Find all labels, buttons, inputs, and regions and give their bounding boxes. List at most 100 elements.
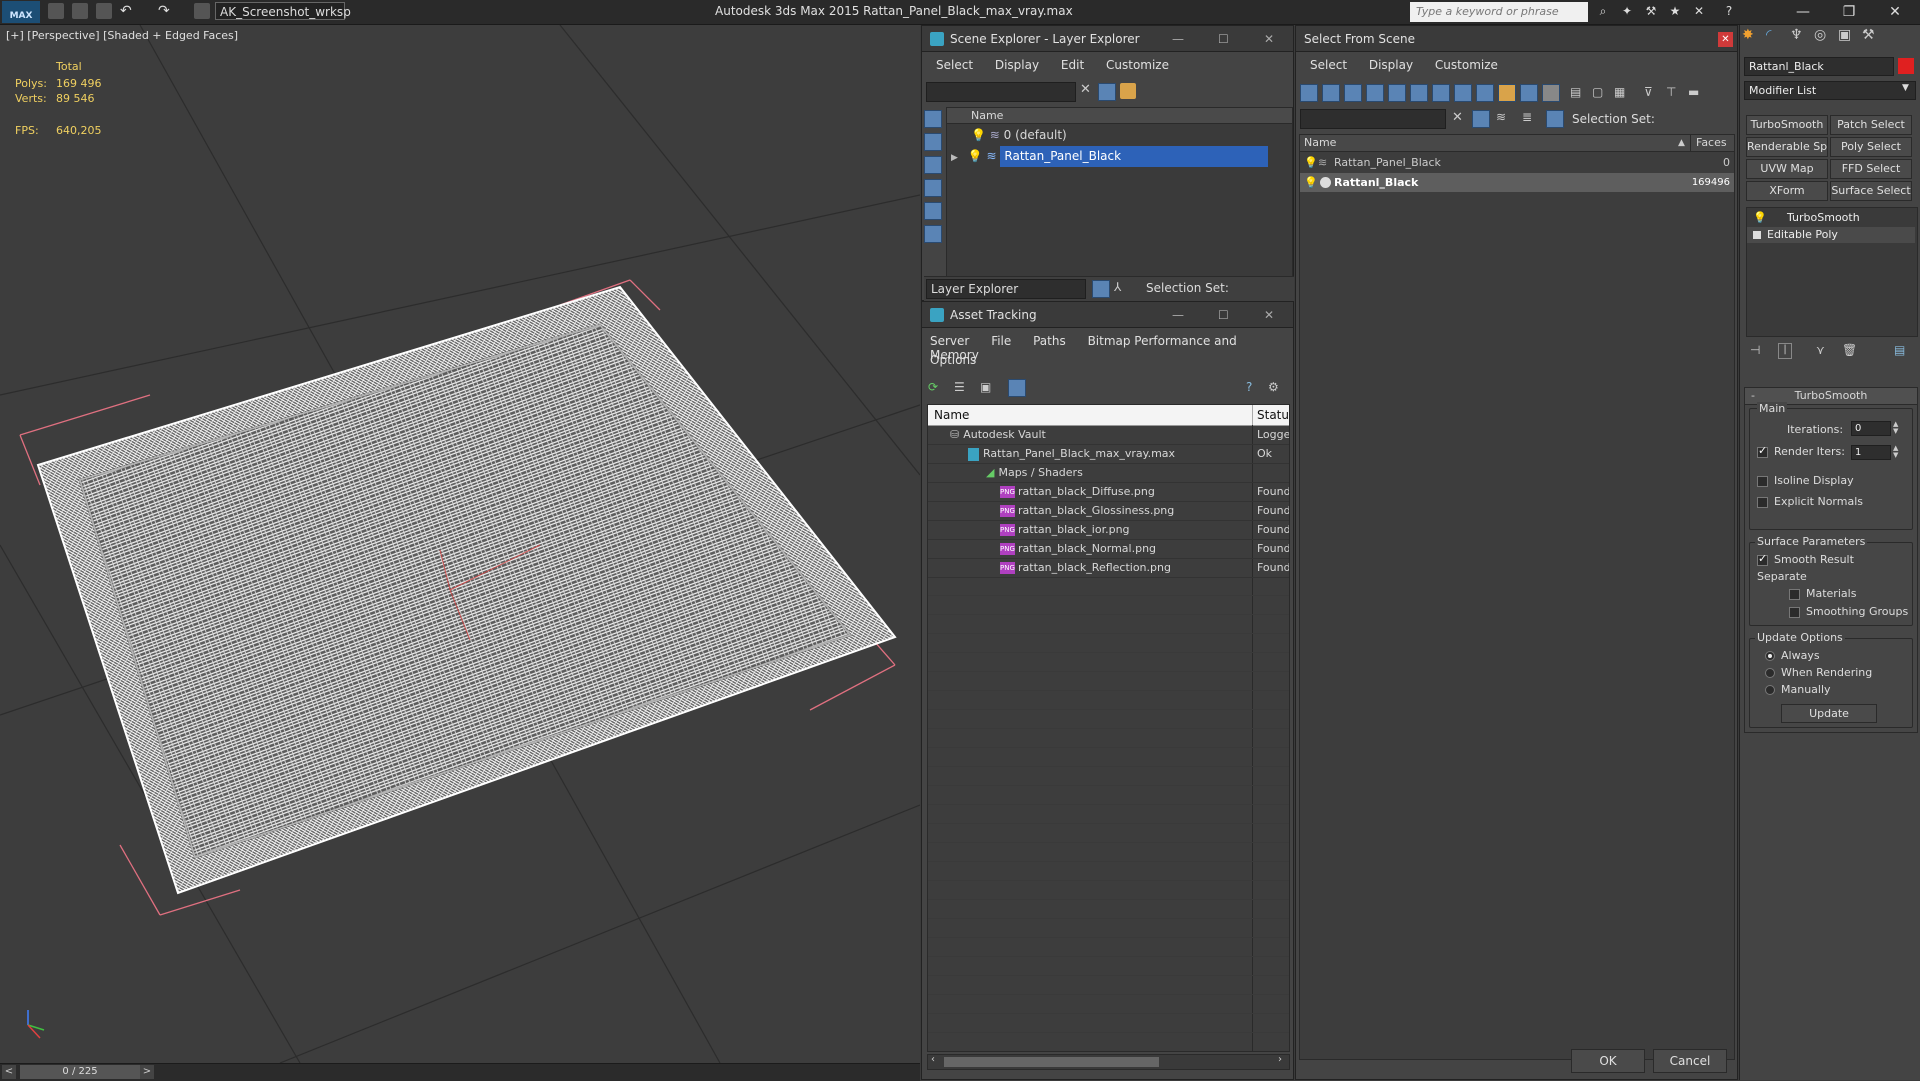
clear-search-icon[interactable]: ✕ (1452, 110, 1463, 125)
viewport-label[interactable]: [+] [Perspective] [Shaded + Edged Faces] (6, 29, 238, 42)
column-status[interactable]: Status (1257, 408, 1289, 422)
object-color-swatch[interactable] (1898, 58, 1914, 74)
select-invert-icon[interactable]: ▦ (1614, 85, 1625, 99)
explicit-normals-row[interactable]: Explicit Normals (1757, 495, 1863, 508)
isoline-row[interactable]: Isoline Display (1757, 474, 1854, 487)
filter-lights-icon[interactable] (1344, 84, 1362, 102)
find-case-icon[interactable] (1472, 110, 1490, 128)
redo-icon[interactable]: ↷ (158, 3, 174, 19)
clear-search-icon[interactable]: ✕ (1080, 82, 1091, 97)
asset-tracking-titlebar[interactable]: Asset Tracking — ☐ ✕ (922, 302, 1293, 328)
configure-sets-icon[interactable]: ▤ (1894, 343, 1905, 357)
create-tab-icon[interactable]: ✸ (1742, 27, 1754, 43)
tools-icon[interactable]: ✦ (1620, 4, 1634, 18)
close-icon[interactable]: ✕ (1264, 302, 1274, 328)
expand-arrow-icon[interactable]: ▶ (951, 153, 958, 163)
table-view-icon[interactable] (1008, 379, 1026, 397)
menu-select[interactable]: Select (936, 58, 973, 72)
display-cameras-icon[interactable] (924, 179, 942, 197)
menu-server[interactable]: Server (930, 334, 969, 348)
asset-row[interactable]: PNG rattan_black_ior.png Found (928, 520, 1289, 540)
layer-explorer-icon[interactable] (1092, 280, 1110, 298)
modifier-list-dropdown[interactable]: Modifier List (1744, 81, 1916, 100)
hierarchy-select-icon[interactable] (1546, 110, 1564, 128)
scroll-left-icon[interactable]: ‹ (931, 1054, 935, 1065)
show-end-result-icon[interactable]: | (1778, 343, 1792, 359)
save-file-icon[interactable] (96, 3, 112, 19)
manually-radio[interactable] (1765, 685, 1775, 695)
ffd-select-button[interactable]: FFD Select (1830, 159, 1912, 179)
new-file-icon[interactable] (48, 3, 64, 19)
minimize-icon[interactable]: — (1172, 26, 1184, 52)
filter-spacewarps-icon[interactable] (1410, 84, 1428, 102)
asset-row[interactable]: PNG rattan_black_Glossiness.png Found (928, 501, 1289, 521)
update-button[interactable]: Update (1781, 704, 1877, 723)
select-search-input[interactable] (1300, 109, 1446, 129)
filter-xrefs-icon[interactable] (1454, 84, 1472, 102)
layers-toggle-icon[interactable] (1120, 83, 1136, 99)
turbosmooth-button[interactable]: TurboSmooth (1746, 115, 1828, 135)
ok-button[interactable]: OK (1571, 1049, 1645, 1073)
search-input[interactable]: Type a keyword or phrase (1410, 2, 1588, 22)
surface-select-button[interactable]: Surface Select (1830, 181, 1912, 201)
thumbnail-view-icon[interactable]: ▣ (980, 380, 991, 394)
uvw-map-button[interactable]: UVW Map (1746, 159, 1828, 179)
filter-cameras-icon[interactable] (1366, 84, 1384, 102)
refresh-icon[interactable]: ⟳ (928, 380, 938, 394)
scroll-right-icon[interactable]: › (1278, 1054, 1282, 1065)
always-radio[interactable] (1765, 651, 1775, 661)
display-helpers-icon[interactable] (924, 202, 942, 220)
column-header-name[interactable]: Name (947, 108, 1292, 124)
stack-item-editable-poly[interactable]: Editable Poly (1747, 227, 1915, 243)
remove-modifier-icon[interactable]: 🗑 (1842, 343, 1857, 357)
undo-icon[interactable]: ↶ (120, 3, 136, 19)
minimize-icon[interactable]: — (1780, 0, 1826, 24)
asset-row[interactable]: ⛁Autodesk Vault Logged (928, 425, 1289, 445)
menu-customize[interactable]: Customize (1106, 58, 1169, 72)
filter-hidden-icon[interactable] (1542, 84, 1560, 102)
layers-icon[interactable]: ≋ (1496, 110, 1506, 124)
lightbulb-icon[interactable]: 💡 (1304, 173, 1318, 192)
display-lights-icon[interactable] (924, 156, 942, 174)
menu-customize[interactable]: Customize (1435, 58, 1498, 72)
display-shapes-icon[interactable] (924, 133, 942, 151)
close-icon[interactable]: ✕ (1718, 32, 1733, 47)
menu-paths[interactable]: Paths (1033, 334, 1066, 348)
filter-bones-icon[interactable] (1476, 84, 1494, 102)
favorites-icon[interactable]: ★ (1668, 4, 1682, 18)
column-name[interactable]: Name (934, 408, 969, 422)
pin-stack-icon[interactable]: ⊣ (1750, 343, 1760, 357)
minimize-icon[interactable]: — (1172, 302, 1184, 328)
menu-display[interactable]: Display (995, 58, 1039, 72)
collapse-icon[interactable]: ▬ (1688, 85, 1699, 99)
close-icon[interactable]: ✕ (1264, 26, 1274, 52)
sort-arrow-icon[interactable]: ▲ (1678, 135, 1685, 151)
menu-options[interactable]: Options (930, 353, 976, 367)
display-tab-icon[interactable]: ▣ (1838, 27, 1851, 43)
materials-row[interactable]: Materials (1789, 587, 1856, 600)
time-slider-thumb[interactable]: 0 / 225 (20, 1065, 140, 1079)
select-none-icon[interactable]: ▢ (1592, 85, 1603, 99)
motion-tab-icon[interactable]: ◎ (1814, 27, 1826, 43)
render-iters-spinner[interactable]: 1 (1851, 445, 1891, 460)
help-icon[interactable]: ? (1246, 380, 1252, 394)
expand-plus-icon[interactable] (1753, 231, 1761, 239)
layer-row-default[interactable]: 💡 ≋ 0 (default) (947, 126, 1292, 145)
time-slider[interactable]: < 0 / 225 > (0, 1063, 920, 1081)
update-always-row[interactable]: Always (1765, 649, 1820, 662)
filter-icon[interactable] (1098, 83, 1116, 101)
filter-funnel-icon[interactable]: ⊽ (1644, 85, 1653, 99)
filter-helpers-icon[interactable] (1388, 84, 1406, 102)
display-children-icon[interactable]: ≣ (1522, 110, 1532, 124)
menu-select[interactable]: Select (1310, 58, 1347, 72)
scene-explorer-search[interactable] (926, 82, 1076, 102)
horizontal-scrollbar[interactable]: ‹ › (927, 1054, 1290, 1070)
stack-item-turbosmooth[interactable]: 💡 TurboSmooth (1747, 210, 1915, 226)
menu-edit[interactable]: Edit (1061, 58, 1084, 72)
object-row-selected[interactable]: 💡 Rattanl_Black 169496 (1300, 173, 1734, 192)
layer-row-rattan[interactable]: ▶ 💡 ≋ Rattan_Panel_Black (947, 146, 1292, 167)
lightbulb-icon[interactable]: 💡 (1304, 153, 1318, 172)
subscription-icon[interactable]: ⚒ (1644, 4, 1658, 18)
explorer-type-dropdown[interactable]: Layer Explorer (926, 279, 1086, 299)
spinner-arrows-icon[interactable]: ▲ ▼ (1893, 445, 1898, 459)
